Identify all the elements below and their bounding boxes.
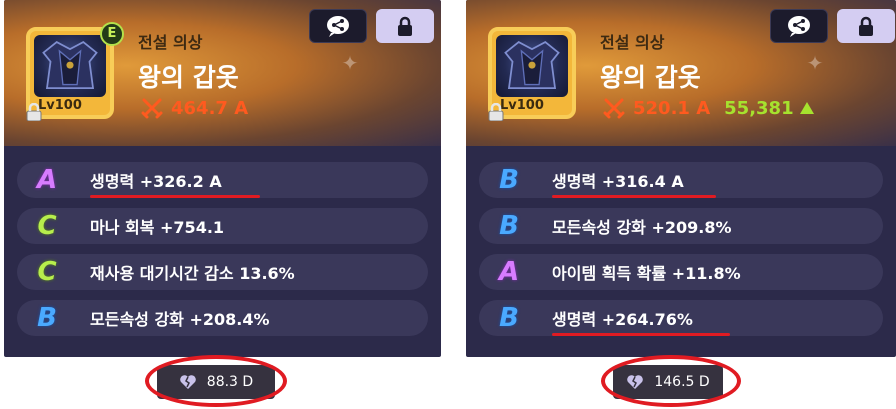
item-card-left: ✦ Lv100 E 전설 의상 왕의 갑옷 464.7 A A 생명력 +326… — [4, 0, 441, 357]
stat-grade: B — [37, 303, 57, 333]
share-icon — [788, 16, 810, 37]
stat-row: B 모든속성 강화 +208.4% — [17, 300, 428, 336]
highlight-underline — [552, 195, 716, 198]
sparkle-icon: ✦ — [806, 51, 824, 75]
item-icon-frame[interactable]: Lv100 — [26, 27, 114, 121]
grade-e-badge: E — [100, 22, 124, 46]
item-name: 왕의 갑옷 — [600, 63, 701, 92]
item-name: 왕의 갑옷 — [138, 63, 239, 92]
combat-power: 464.7 A — [141, 97, 248, 119]
level-badge: Lv100 — [38, 98, 82, 113]
stat-row: C 재사용 대기시간 감소 13.6% — [17, 254, 428, 290]
up-triangle-icon — [799, 102, 814, 114]
power-diff: 55,381 — [724, 97, 794, 119]
lock-icon — [488, 103, 504, 121]
highlight-circle — [145, 355, 287, 407]
stat-row: A 아이템 획득 확률 +11.8% — [479, 254, 883, 290]
card-header: ✦ Lv100 전설 의상 왕의 갑옷 520.1 A 55,381 — [466, 0, 896, 146]
stat-text: 마나 회복 +754.1 — [90, 218, 225, 237]
stat-grade: B — [499, 211, 519, 241]
power-value: 464.7 A — [171, 97, 249, 119]
power-value: 520.1 A — [633, 97, 711, 119]
item-card-right: ✦ Lv100 전설 의상 왕의 갑옷 520.1 A 55,381 B 생명력… — [466, 0, 896, 357]
stat-row: B 생명력 +264.76% — [479, 300, 883, 336]
stat-grade: B — [499, 303, 519, 333]
stat-list: A 생명력 +326.2 A C 마나 회복 +754.1 C 재사용 대기시간… — [17, 162, 428, 346]
stat-text: 모든속성 강화 +209.8% — [552, 218, 732, 237]
card-header: ✦ Lv100 E 전설 의상 왕의 갑옷 464.7 A — [4, 0, 441, 146]
stat-text: 생명력 +316.4 A — [552, 172, 684, 191]
share-button[interactable] — [309, 9, 367, 43]
lock-icon — [859, 16, 873, 36]
rarity-label: 전설 의상 — [138, 33, 203, 52]
lock-button[interactable] — [376, 9, 434, 43]
level-badge: Lv100 — [500, 98, 544, 113]
stat-text: 모든속성 강화 +208.4% — [90, 310, 270, 329]
stat-row: C 마나 회복 +754.1 — [17, 208, 428, 244]
stat-row: B 모든속성 강화 +209.8% — [479, 208, 883, 244]
highlight-circle — [601, 355, 741, 407]
stat-grade: A — [36, 165, 58, 195]
lock-icon — [26, 103, 42, 121]
highlight-underline — [90, 195, 260, 198]
stat-text: 아이템 획득 확률 +11.8% — [552, 264, 741, 283]
rarity-label: 전설 의상 — [600, 33, 665, 52]
stat-grade: A — [498, 257, 520, 287]
lock-icon — [398, 16, 412, 36]
armor-icon — [34, 35, 106, 97]
sparkle-icon: ✦ — [341, 51, 359, 75]
stat-grade: C — [37, 257, 57, 287]
highlight-underline — [552, 333, 730, 336]
stat-grade: B — [499, 165, 519, 195]
crossed-swords-icon — [603, 98, 625, 119]
stat-list: B 생명력 +316.4 A B 모든속성 강화 +209.8% A 아이템 획… — [479, 162, 883, 346]
stat-text: 생명력 +326.2 A — [90, 172, 222, 191]
share-button[interactable] — [770, 9, 828, 43]
combat-power: 520.1 A 55,381 — [603, 97, 814, 119]
stat-text: 생명력 +264.76% — [552, 310, 693, 329]
armor-icon — [496, 35, 568, 97]
stat-text: 재사용 대기시간 감소 13.6% — [90, 264, 295, 283]
lock-button[interactable] — [837, 9, 895, 43]
item-icon-frame[interactable]: Lv100 — [488, 27, 576, 121]
share-icon — [327, 16, 349, 37]
stat-row: B 생명력 +316.4 A — [479, 162, 883, 198]
crossed-swords-icon — [141, 98, 163, 119]
stat-grade: C — [37, 211, 57, 241]
stat-row: A 생명력 +326.2 A — [17, 162, 428, 198]
